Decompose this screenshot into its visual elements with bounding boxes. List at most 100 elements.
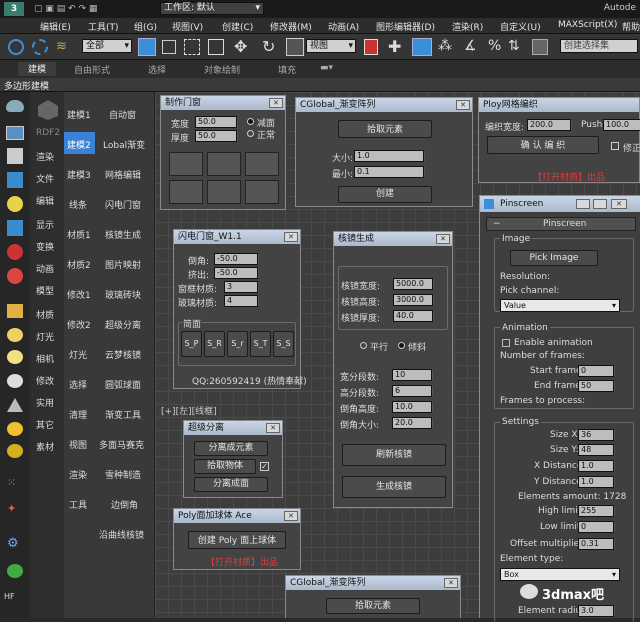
close-icon[interactable]: ✕ xyxy=(266,423,280,433)
hf-icon[interactable]: HF xyxy=(4,592,26,606)
radio-reduce-faces[interactable] xyxy=(247,118,254,125)
pivot-center-icon[interactable] xyxy=(364,39,378,55)
rectangular-selection-icon[interactable] xyxy=(184,39,200,55)
chamfer-height-spinner[interactable]: 10.0 xyxy=(392,401,433,413)
side-label-camera[interactable]: 相机 xyxy=(36,352,54,365)
menu-customize[interactable]: 自定义(U) xyxy=(500,20,541,33)
menu-create[interactable]: 创建(C) xyxy=(222,20,253,33)
edit-icon[interactable] xyxy=(7,172,23,188)
tool-arc-sphere[interactable]: 圆弧球面 xyxy=(105,378,141,391)
menu-help[interactable]: 帮助 xyxy=(622,20,640,33)
side-label-modify[interactable]: 修改 xyxy=(36,374,54,387)
close-icon[interactable]: ✕ xyxy=(444,578,458,588)
create-poly-sphere-button[interactable]: 创建 Poly 面上球体 xyxy=(188,531,286,549)
group-material-2[interactable]: 材质2 xyxy=(67,258,91,271)
viewport-label[interactable]: [+][左][线框] xyxy=(161,404,217,417)
tool-lightning-window[interactable]: 闪电门窗 xyxy=(105,198,141,211)
menu-tools[interactable]: 工具(T) xyxy=(88,20,119,33)
select-by-name-icon[interactable] xyxy=(162,40,176,54)
rotate-icon[interactable]: ↻ xyxy=(262,37,275,56)
tool-edge-chamfer[interactable]: 边倒角 xyxy=(111,498,138,511)
enable-animation-checkbox[interactable] xyxy=(502,339,510,347)
window-crossing-icon[interactable] xyxy=(208,39,224,55)
side-label-display[interactable]: 显示 xyxy=(36,218,54,231)
s-s-button[interactable]: S_S xyxy=(273,331,294,357)
quick-access-icons[interactable]: ▢ ▣ ▤ ↶ ↷ ▦ xyxy=(34,4,144,14)
s-r-button[interactable]: S_R xyxy=(204,331,225,357)
group-select[interactable]: 选择 xyxy=(69,378,87,391)
close-icon[interactable]: ✕ xyxy=(456,100,470,110)
size-x-spinner[interactable]: 36 xyxy=(578,429,615,441)
group-modeling-3[interactable]: 建模3 xyxy=(67,168,91,181)
animation-icon[interactable] xyxy=(7,244,23,260)
width-spinner[interactable]: 50.0 xyxy=(195,116,238,128)
y-distance-spinner[interactable]: 1.0 xyxy=(578,476,615,488)
create-button[interactable]: 创建 xyxy=(338,186,432,203)
group-view[interactable]: 视图 xyxy=(69,438,87,451)
refresh-mirror-button[interactable]: 刷新核镜 xyxy=(342,444,446,466)
other-icon[interactable] xyxy=(7,422,23,436)
pinscreen-rollout-header[interactable]: − Pinscreen xyxy=(486,217,636,231)
radio-tilt[interactable] xyxy=(398,342,405,349)
weave-width-spinner[interactable]: 200.0 xyxy=(527,119,572,131)
tool-mosaic[interactable]: 多面马赛克 xyxy=(99,438,144,451)
modify-icon[interactable] xyxy=(7,374,23,388)
pick-element-button[interactable]: 拾取元素 xyxy=(338,120,432,138)
door-style-1-button[interactable] xyxy=(169,152,203,176)
close-icon[interactable]: ✕ xyxy=(269,98,283,108)
tool-mirror-gen[interactable]: 核镜生成 xyxy=(105,228,141,241)
file-icon[interactable] xyxy=(7,148,23,164)
group-modeling-1[interactable]: 建模1 xyxy=(67,108,91,121)
door-style-5-button[interactable] xyxy=(207,180,241,204)
close-icon[interactable]: ✕ xyxy=(284,511,298,521)
unlink-icon[interactable] xyxy=(32,39,48,55)
glass-material-spinner[interactable]: 4 xyxy=(224,295,259,307)
maximize-icon[interactable] xyxy=(593,199,607,209)
door-style-2-button[interactable] xyxy=(207,152,241,176)
teapot-icon[interactable] xyxy=(6,100,24,112)
close-icon[interactable]: ✕ xyxy=(284,232,298,242)
camera-icon[interactable] xyxy=(7,350,23,364)
gear-icon[interactable]: ⚙ xyxy=(7,536,23,551)
group-modify-2[interactable]: 修改2 xyxy=(67,318,91,331)
named-selection-set-field[interactable]: 创建选择集 xyxy=(560,39,638,53)
percent-snap-icon[interactable]: % xyxy=(488,38,501,54)
tab-object-paint[interactable]: 对象绘制 xyxy=(204,63,240,76)
fix-checkbox[interactable] xyxy=(611,142,619,150)
tool-gradient[interactable]: 渐变工具 xyxy=(105,408,141,421)
group-lights[interactable]: 灯光 xyxy=(69,348,87,361)
pick-image-button[interactable]: Pick Image xyxy=(510,250,598,266)
link-icon[interactable] xyxy=(8,39,24,55)
group-lines[interactable]: 线条 xyxy=(69,198,87,211)
tool-image-map[interactable]: 图片映射 xyxy=(105,258,141,271)
high-limit-spinner[interactable]: 255 xyxy=(578,505,615,517)
utilities-icon[interactable] xyxy=(7,398,23,412)
tab-selection[interactable]: 选择 xyxy=(148,63,166,76)
reference-coordinate-dropdown[interactable]: 视图 ▾ xyxy=(306,39,356,53)
height-segments-spinner[interactable]: 6 xyxy=(392,385,433,397)
mirror-width-spinner[interactable]: 5000.0 xyxy=(393,278,434,290)
door-style-3-button[interactable] xyxy=(245,152,279,176)
tab-modeling[interactable]: 建模 xyxy=(18,62,57,76)
particles-icon[interactable]: ⁙ xyxy=(7,476,23,490)
side-label-animation[interactable]: 动画 xyxy=(36,262,54,275)
door-style-4-button[interactable] xyxy=(169,180,203,204)
chamfer-spinner[interactable]: -50.0 xyxy=(214,253,259,265)
tool-auto-window[interactable]: 自动窗 xyxy=(109,108,136,121)
close-icon[interactable]: ✕ xyxy=(436,234,450,244)
manipulate-icon[interactable]: ✚ xyxy=(388,37,401,56)
tool-super-detach[interactable]: 超级分离 xyxy=(105,318,141,331)
s-t-button[interactable]: S_T xyxy=(250,331,271,357)
element-radius-spinner[interactable]: 3.0 xyxy=(578,605,615,617)
start-frame-spinner[interactable]: 0 xyxy=(578,365,615,377)
side-label-model[interactable]: 模型 xyxy=(36,284,54,297)
low-limit-spinner[interactable]: 0 xyxy=(578,521,615,533)
offset-multiplier-spinner[interactable]: 0.31 xyxy=(578,538,615,550)
confirm-weave-button[interactable]: 确 认 编 织 xyxy=(487,136,599,154)
group-material-1[interactable]: 材质1 xyxy=(67,228,91,241)
menu-modifiers[interactable]: 修改器(M) xyxy=(270,20,312,33)
side-label-rdf2[interactable]: RDF2 xyxy=(36,128,60,138)
radio-normal[interactable] xyxy=(247,130,254,137)
detach-to-element-button[interactable]: 分离成元素 xyxy=(194,441,268,456)
menu-group[interactable]: 组(G) xyxy=(134,20,157,33)
